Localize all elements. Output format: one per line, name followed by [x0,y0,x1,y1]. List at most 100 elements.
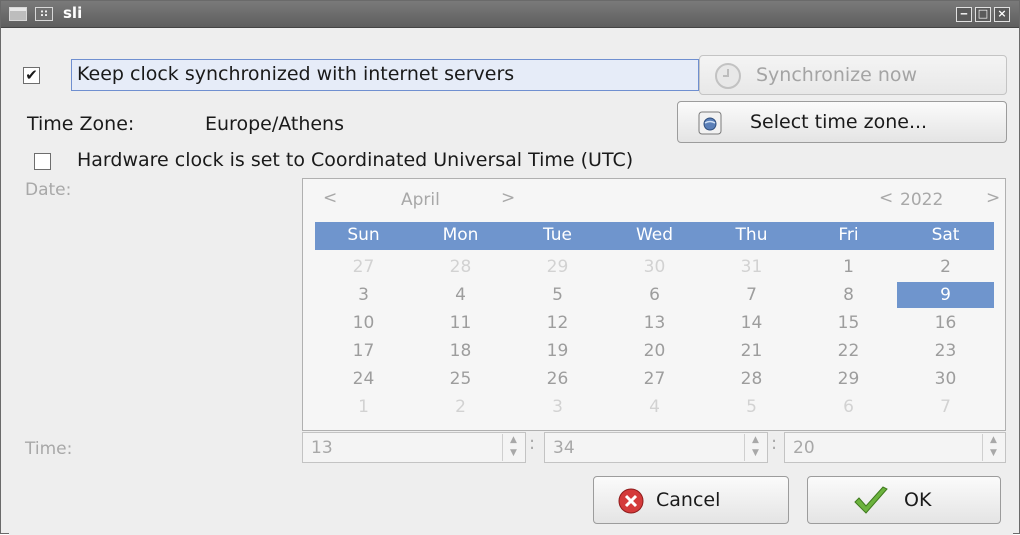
synchronize-now-label: Synchronize now [756,64,918,86]
weekday-label: Sun [347,225,380,245]
select-time-zone-label: Select time zone... [750,111,928,133]
next-year-button[interactable]: > [986,188,1000,208]
calendar-day-other-month[interactable]: 2 [412,394,509,420]
calendar-day[interactable]: 6 [606,282,703,308]
calendar-day-other-month[interactable]: 4 [606,394,703,420]
sli-dialog-window: :: sli ‒ □ × ✔ Keep clock synchronized w… [0,0,1020,535]
calendar-day[interactable]: 3 [315,282,412,308]
weekday-label: Tue [542,225,573,245]
calendar-day-other-month[interactable]: 3 [509,394,606,420]
calendar-day[interactable]: 22 [800,338,897,364]
calendar-day-other-month[interactable]: 1 [315,394,412,420]
calendar-day-other-month[interactable]: 6 [800,394,897,420]
weekday-label: Sat [931,225,960,245]
calendar-day[interactable]: 20 [606,338,703,364]
hour-up-arrow-icon[interactable]: ▲ [503,434,524,447]
calendar-day[interactable]: 16 [897,310,994,336]
dialog-content: ✔ Keep clock synchronized with internet … [9,29,1013,535]
calendar-day[interactable]: 30 [897,366,994,392]
hour-spin-arrows[interactable]: ▲ ▼ [502,434,524,461]
hour-spinner[interactable]: 13 ▲ ▼ [302,432,526,463]
calendar-day-other-month[interactable]: 27 [315,254,412,280]
date-label: Date: [25,180,72,200]
second-value: 20 [793,438,815,458]
calendar-day-other-month[interactable]: 7 [897,394,994,420]
minimize-button[interactable]: ‒ [956,7,972,22]
calendar-day[interactable]: 12 [509,310,606,336]
hour-value: 13 [311,438,333,458]
calendar-day-other-month[interactable]: 30 [606,254,703,280]
synchronize-now-button[interactable]: Synchronize now [699,55,1007,95]
hour-down-arrow-icon[interactable]: ▼ [503,447,524,460]
calendar-day[interactable]: 19 [509,338,606,364]
minute-spin-arrows[interactable]: ▲ ▼ [744,434,766,461]
clock-icon [715,63,741,89]
cancel-button[interactable]: Cancel [593,476,789,524]
time-zone-value: Europe/Athens [205,113,345,135]
time-zone-label: Time Zone: [27,113,135,135]
calendar-day[interactable]: 21 [703,338,800,364]
date-calendar[interactable]: < April > < 2022 > Sun Mon Tue Wed Thu Fri Sat… [302,178,1006,431]
minute-up-arrow-icon[interactable]: ▲ [745,434,766,447]
hardware-clock-utc-label[interactable]: Hardware clock is set to Coordinated Uni… [77,149,633,171]
cancel-icon [618,488,644,514]
ok-button[interactable]: OK [807,476,1001,524]
second-up-arrow-icon[interactable]: ▲ [983,434,1004,447]
calendar-day[interactable]: 8 [800,282,897,308]
calendar-day[interactable]: 15 [800,310,897,336]
calendar-day[interactable]: 28 [703,366,800,392]
calendar-day[interactable]: 27 [606,366,703,392]
minute-spinner[interactable]: 34 ▲ ▼ [544,432,768,463]
calendar-day[interactable]: 13 [606,310,703,336]
calendar-day[interactable]: 17 [315,338,412,364]
calendar-day[interactable]: 5 [509,282,606,308]
hardware-clock-utc-checkbox[interactable] [34,153,51,170]
second-spinner[interactable]: 20 ▲ ▼ [784,432,1006,463]
minute-down-arrow-icon[interactable]: ▼ [745,447,766,460]
close-button[interactable]: × [994,7,1010,22]
calendar-day[interactable]: 24 [315,366,412,392]
window-menu-icon[interactable] [9,7,27,21]
title-bar[interactable]: :: sli ‒ □ × [1,1,1019,28]
calendar-day[interactable]: 14 [703,310,800,336]
year-label: 2022 [900,190,944,210]
calendar-day[interactable]: 25 [412,366,509,392]
calendar-day[interactable]: 1 [800,254,897,280]
next-month-button[interactable]: > [501,188,515,208]
weekday-label: Wed [635,225,674,245]
second-spin-arrows[interactable]: ▲ ▼ [982,434,1004,461]
calendar-day-other-month[interactable]: 31 [703,254,800,280]
weekday-label: Thu [735,225,768,245]
calendar-day[interactable]: 18 [412,338,509,364]
calendar-day[interactable]: 9 [897,282,994,308]
calendar-day-other-month[interactable]: 5 [703,394,800,420]
calendar-day[interactable]: 2 [897,254,994,280]
calendar-day-other-month[interactable]: 29 [509,254,606,280]
time-separator: : [529,433,536,454]
time-label: Time: [25,439,73,459]
prev-month-button[interactable]: < [323,188,337,208]
sync-checkbox[interactable]: ✔ [23,67,40,84]
calendar-day[interactable]: 26 [509,366,606,392]
calendar-day[interactable]: 23 [897,338,994,364]
weekday-label: Mon [442,225,479,245]
cancel-label: Cancel [656,489,721,511]
calendar-day[interactable]: 10 [315,310,412,336]
calendar-day[interactable]: 11 [412,310,509,336]
weekday-label: Fri [838,225,859,245]
month-label: April [401,190,440,210]
prev-year-button[interactable]: < [879,188,893,208]
app-icon: :: [35,7,53,21]
time-separator: : [771,433,778,454]
calendar-day[interactable]: 29 [800,366,897,392]
sync-checkbox-label[interactable]: Keep clock synchronized with internet se… [77,63,514,85]
maximize-button[interactable]: □ [975,7,991,22]
calendar-day-other-month[interactable]: 28 [412,254,509,280]
minute-value: 34 [553,438,575,458]
weekday-header: Sun Mon Tue Wed Thu Fri Sat [315,222,994,250]
select-time-zone-button[interactable]: Select time zone... [677,101,1007,143]
calendar-day[interactable]: 7 [703,282,800,308]
calendar-day[interactable]: 4 [412,282,509,308]
second-down-arrow-icon[interactable]: ▼ [983,447,1004,460]
checkmark-icon [854,486,888,514]
